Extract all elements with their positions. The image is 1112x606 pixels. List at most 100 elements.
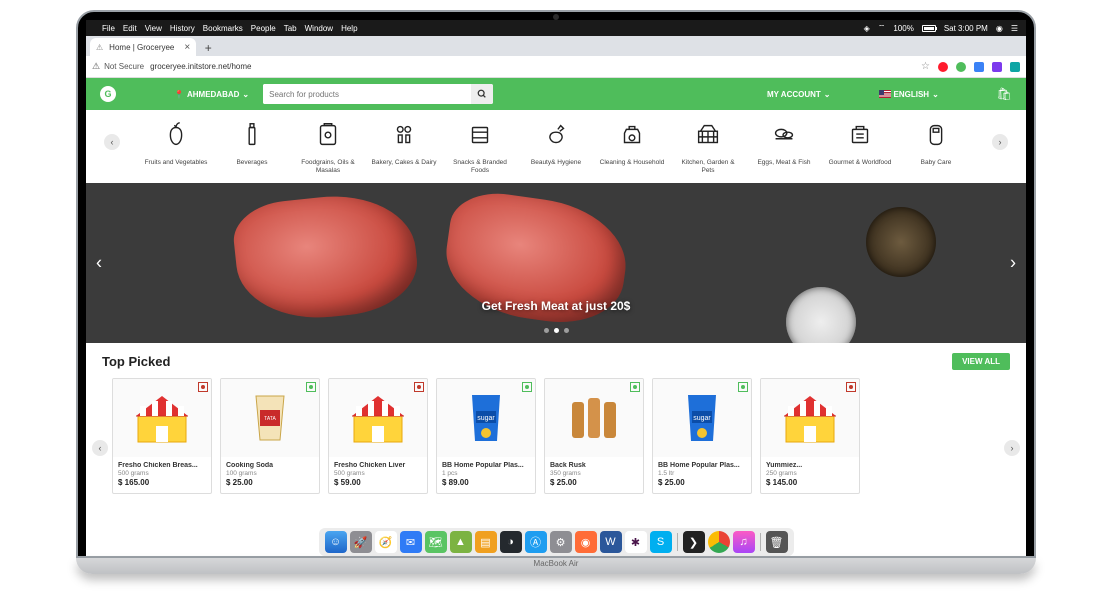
language-selector[interactable]: ENGLISH ⌄ xyxy=(879,90,939,99)
mac-menu-window[interactable]: Window xyxy=(305,24,333,33)
laptop-camera xyxy=(553,14,559,20)
dock-finder-icon[interactable]: ☺ xyxy=(325,531,347,553)
category-item[interactable]: Foodgrains, Oils & Masalas xyxy=(295,120,361,175)
product-name: BB Home Popular Plas... xyxy=(442,462,530,469)
product-qty: 1.5 ltr xyxy=(658,470,746,477)
siri-icon[interactable]: ◉ xyxy=(996,24,1003,33)
product-price: $ 25.00 xyxy=(658,478,746,487)
category-label: Eggs, Meat & Fish xyxy=(751,159,817,167)
cast-icon[interactable]: ◈ xyxy=(864,24,870,33)
notification-center-icon[interactable]: ☰ xyxy=(1011,24,1018,33)
mac-menu-people[interactable]: People xyxy=(251,24,276,33)
dock-android-studio-icon[interactable]: ▲ xyxy=(450,531,472,553)
mac-menu-bookmarks[interactable]: Bookmarks xyxy=(203,24,243,33)
dock-maps-icon[interactable]: 🗺 xyxy=(425,531,447,553)
category-carousel: ‹ Fruits and Vegetables Beverages Foodgrai… xyxy=(86,110,1026,183)
not-secure-icon[interactable]: ⚠ xyxy=(92,61,100,72)
dock-slack-icon[interactable]: ✱ xyxy=(625,531,647,553)
category-item[interactable]: Baby Care xyxy=(903,120,969,175)
dock-chrome-icon[interactable] xyxy=(708,531,730,553)
cart-icon[interactable]: 🛍 xyxy=(997,87,1012,101)
clock[interactable]: Sat 3:00 PM xyxy=(944,24,988,33)
category-item[interactable]: Fruits and Vegetables xyxy=(143,120,209,175)
location-selector[interactable]: 📍 AHMEDABAD ⌄ xyxy=(174,90,249,99)
star-bookmark-icon[interactable]: ☆ xyxy=(921,61,930,72)
hero-pagination-dots[interactable] xyxy=(544,328,569,333)
dock-itunes-icon[interactable]: ♫ xyxy=(733,531,755,553)
product-card[interactable]: sugarBB Home Popular Plas...1.5 ltr$ 25.… xyxy=(652,378,752,494)
macos-dock: ☺ 🚀 🧭 ✉ 🗺 ▲ ▤ ◑ Ⓐ ⚙ ◉ W ✱ S ❯ xyxy=(319,528,794,556)
dock-safari-icon[interactable]: 🧭 xyxy=(375,531,397,553)
product-price: $ 25.00 xyxy=(550,478,638,487)
category-label: Snacks & Branded Foods xyxy=(447,159,513,175)
search-button[interactable] xyxy=(471,84,493,104)
mac-menu-edit[interactable]: Edit xyxy=(123,24,137,33)
dock-postman-icon[interactable]: ◉ xyxy=(575,531,597,553)
hero-next-button[interactable]: › xyxy=(1010,252,1016,273)
product-image: TATA xyxy=(221,379,319,457)
mac-menu-view[interactable]: View xyxy=(145,24,162,33)
category-prev-button[interactable]: ‹ xyxy=(104,134,120,150)
product-prev-button[interactable]: ‹ xyxy=(92,440,108,456)
category-icon xyxy=(295,120,361,155)
extension-teal-icon[interactable] xyxy=(1010,62,1020,72)
product-card[interactable]: Fresho Chicken Liver500 grams$ 59.00 xyxy=(328,378,428,494)
view-all-button[interactable]: VIEW ALL xyxy=(952,353,1010,370)
category-icon xyxy=(903,120,969,155)
product-qty: 1 pcs xyxy=(442,470,530,477)
category-item[interactable]: Gourmet & Worldfood xyxy=(827,120,893,175)
dock-terminal-icon[interactable]: ❯ xyxy=(683,531,705,553)
product-card[interactable]: Back Rusk350 grams$ 25.00 xyxy=(544,378,644,494)
product-card[interactable]: Yummiez...250 grams$ 145.00 xyxy=(760,378,860,494)
product-name: Yummiez... xyxy=(766,462,854,469)
dock-mail-icon[interactable]: ✉ xyxy=(400,531,422,553)
category-item[interactable]: Beauty& Hygiene xyxy=(523,120,589,175)
category-label: Beverages xyxy=(219,159,285,167)
dock-github-icon[interactable]: ◑ xyxy=(500,531,522,553)
dock-settings-icon[interactable]: ⚙ xyxy=(550,531,572,553)
mac-menu-file[interactable]: File xyxy=(102,24,115,33)
new-tab-button[interactable]: + xyxy=(200,40,216,56)
mac-menu-tab[interactable]: Tab xyxy=(284,24,297,33)
extension-purple-icon[interactable] xyxy=(992,62,1002,72)
dock-trash-icon[interactable]: 🗑 xyxy=(766,531,788,553)
search-box xyxy=(263,84,493,104)
product-card[interactable]: TATACooking Soda100 grams$ 25.00 xyxy=(220,378,320,494)
wifi-icon[interactable]: ⌔ xyxy=(878,23,886,33)
dock-word-icon[interactable]: W xyxy=(600,531,622,553)
category-item[interactable]: Kitchen, Garden & Pets xyxy=(675,120,741,175)
product-next-button[interactable]: › xyxy=(1004,440,1020,456)
category-icon xyxy=(827,120,893,155)
category-item[interactable]: Cleaning & Household xyxy=(599,120,665,175)
extension-green-icon[interactable] xyxy=(956,62,966,72)
category-item[interactable]: Bakery, Cakes & Dairy xyxy=(371,120,437,175)
dock-sublime-icon[interactable]: ▤ xyxy=(475,531,497,553)
close-tab-icon[interactable]: × xyxy=(184,42,190,53)
category-label: Kitchen, Garden & Pets xyxy=(675,159,741,175)
hero-prev-button[interactable]: ‹ xyxy=(96,252,102,273)
my-account-menu[interactable]: MY ACCOUNT ⌄ xyxy=(767,90,830,99)
category-item[interactable]: Snacks & Branded Foods xyxy=(447,120,513,175)
non-veg-badge-icon xyxy=(414,382,424,392)
category-item[interactable]: Beverages xyxy=(219,120,285,175)
browser-tab-active[interactable]: ⚠ Home | Groceryee × xyxy=(90,38,196,56)
veg-badge-icon xyxy=(522,382,532,392)
dock-launchpad-icon[interactable]: 🚀 xyxy=(350,531,372,553)
category-next-button[interactable]: › xyxy=(992,134,1008,150)
url-text[interactable]: groceryee.initstore.net/home xyxy=(150,62,921,71)
battery-icon[interactable] xyxy=(922,25,936,32)
product-card[interactable]: sugarBB Home Popular Plas...1 pcs$ 89.00 xyxy=(436,378,536,494)
product-card[interactable]: Fresho Chicken Breas...500 grams$ 165.00 xyxy=(112,378,212,494)
dock-skype-icon[interactable]: S xyxy=(650,531,672,553)
mac-menu-history[interactable]: History xyxy=(170,24,195,33)
category-item[interactable]: Eggs, Meat & Fish xyxy=(751,120,817,175)
dock-appstore-icon[interactable]: Ⓐ xyxy=(525,531,547,553)
site-logo[interactable]: G xyxy=(100,86,116,102)
macos-dock-wrapper: ☺ 🚀 🧭 ✉ 🗺 ▲ ▤ ◑ Ⓐ ⚙ ◉ W ✱ S ❯ xyxy=(86,528,1026,556)
search-icon xyxy=(477,89,487,99)
search-input[interactable] xyxy=(263,84,471,104)
extension-blue-icon[interactable] xyxy=(974,62,984,72)
extension-opera-icon[interactable] xyxy=(938,62,948,72)
product-price: $ 89.00 xyxy=(442,478,530,487)
mac-menu-help[interactable]: Help xyxy=(341,24,357,33)
